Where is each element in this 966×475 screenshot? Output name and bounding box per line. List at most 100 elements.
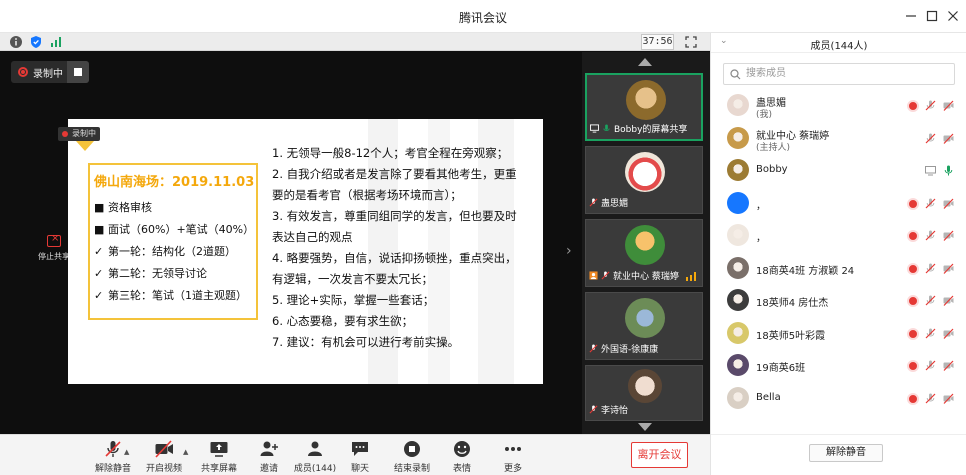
video-tile[interactable]: 李诗怡 <box>585 365 703 421</box>
rule-line: 有逻辑，一次发言不要太冗长； <box>272 272 433 286</box>
window-title: 腾讯会议 <box>458 11 507 25</box>
member-row[interactable]: 蛊思媚 (我) <box>711 91 966 121</box>
member-row[interactable]: Bella <box>711 384 966 414</box>
camera-off-icon[interactable] <box>943 230 954 241</box>
camera-off-icon[interactable] <box>943 100 954 111</box>
recording-dot-icon <box>907 392 919 405</box>
chevron-right-icon[interactable]: › <box>566 243 572 259</box>
emoji-label: 表情 <box>452 464 471 474</box>
stop-record-icon <box>404 441 420 457</box>
member-name: Bobby <box>756 164 788 175</box>
maximize-icon[interactable] <box>923 7 941 25</box>
start-video-button[interactable]: 开启视频 <box>138 440 190 474</box>
exam-box-title: 佛山南海场：2019.11.03 <box>94 175 255 190</box>
invite-label: 邀请 <box>259 464 278 474</box>
search-icon <box>730 69 741 80</box>
avatar <box>727 224 749 246</box>
info-icon[interactable] <box>9 35 23 49</box>
camera-off-icon[interactable] <box>943 198 954 209</box>
mic-muted-icon[interactable] <box>925 393 936 404</box>
member-name: 18英师5叶彩霞 <box>756 330 826 342</box>
member-row[interactable]: 18英师5叶彩霞 <box>711 319 966 349</box>
exam-box-item: ✓ 第三轮：笔试（1道主观题） <box>94 289 247 302</box>
emoji-button[interactable]: 表情 <box>436 440 488 474</box>
share-screen-icon <box>210 442 228 457</box>
members-icon <box>308 441 322 456</box>
recording-indicator[interactable]: 录制中 <box>11 61 89 83</box>
recording-dot-icon <box>907 295 919 307</box>
slide-decoration-triangle <box>76 141 94 151</box>
mic-on-icon <box>603 124 610 131</box>
exam-box-item: ■ 面试（60%）+笔试（40%） <box>94 223 255 236</box>
avatar <box>625 152 665 192</box>
avatar <box>727 256 749 279</box>
video-tile-strip: Bobby的屏幕共享 蛊思媚 就业中心 蔡瑞婷 外国语-徐康康 李诗怡 <box>582 52 710 434</box>
mic-muted-icon[interactable] <box>925 100 936 111</box>
member-row[interactable]: 19商英6班 <box>711 351 966 381</box>
recording-dot-icon <box>907 100 919 112</box>
minimize-icon[interactable] <box>902 7 920 25</box>
caret-up-icon: ▲ <box>183 448 189 456</box>
mic-muted-icon[interactable] <box>925 328 936 339</box>
mic-muted-icon[interactable] <box>925 263 936 274</box>
meeting-area: 37:56 录制中 停止共享 录制中 佛山南海场：2019.11.03 ■资格审… <box>0 33 710 475</box>
camera-off-icon[interactable] <box>943 295 954 306</box>
camera-off-icon[interactable] <box>943 328 954 339</box>
avatar <box>727 159 749 181</box>
scroll-down-icon[interactable] <box>638 423 652 431</box>
invite-button[interactable]: 邀请 <box>243 440 295 474</box>
video-tile[interactable]: 外国语-徐康康 <box>585 292 703 360</box>
more-button[interactable]: 更多 <box>487 440 539 474</box>
video-tile[interactable]: 蛊思媚 <box>585 146 703 214</box>
rule-line: 6. 心态要稳，要有求生欲； <box>272 314 414 328</box>
stop-share-icon <box>47 233 61 247</box>
mic-muted-icon[interactable] <box>925 133 936 144</box>
avatar <box>628 369 662 403</box>
members-panel: ⌄ 成员(144人) 搜索成员 蛊思媚 (我) 就业中心 蔡瑞婷 (主持人) Bobby… <box>710 33 966 475</box>
rule-line: 表达自己的观点 <box>272 230 353 244</box>
mic-muted-icon[interactable] <box>925 230 936 241</box>
avatar <box>727 94 749 116</box>
member-row[interactable]: ， <box>711 221 966 251</box>
member-row[interactable]: Bobby <box>711 156 966 186</box>
screen-share-icon[interactable] <box>925 165 936 176</box>
camera-off-icon[interactable] <box>943 263 954 274</box>
mic-muted-icon[interactable] <box>925 360 936 371</box>
mic-muted-icon[interactable] <box>925 295 936 306</box>
tile-caption: 外国语-徐康康 <box>589 342 699 356</box>
scroll-up-icon[interactable] <box>638 58 652 66</box>
security-shield-icon[interactable] <box>29 35 43 49</box>
avatar <box>727 126 749 149</box>
member-row[interactable]: 18英师4 房仕杰 <box>711 286 966 316</box>
mic-muted-icon <box>589 405 598 414</box>
mic-on-icon[interactable] <box>943 165 954 176</box>
rule-line: 5. 理论+实际，掌握一些套话； <box>272 293 435 307</box>
unmute-button[interactable]: 解除静音 <box>87 440 139 474</box>
fullscreen-icon[interactable] <box>684 35 698 49</box>
member-row[interactable]: 18商英4班 方淑颖 24 <box>711 254 966 284</box>
member-row[interactable]: 就业中心 蔡瑞婷 (主持人) <box>711 124 966 154</box>
share-screen-button[interactable]: 共享屏幕 <box>193 440 245 474</box>
avatar <box>625 298 665 338</box>
leave-meeting-button[interactable]: 离开会议 <box>631 442 688 468</box>
member-row[interactable]: ， <box>711 189 966 219</box>
more-label: 更多 <box>503 464 522 474</box>
camera-off-icon[interactable] <box>943 360 954 371</box>
unmute-all-button[interactable]: 解除静音 <box>809 444 883 462</box>
search-members-input[interactable]: 搜索成员 <box>723 63 955 85</box>
close-icon[interactable] <box>944 7 962 25</box>
stop-recording-button[interactable]: 结束录制 <box>386 440 438 474</box>
video-tile[interactable]: 就业中心 蔡瑞婷 <box>585 219 703 287</box>
camera-off-icon[interactable] <box>943 133 954 144</box>
avatar <box>727 191 749 214</box>
meeting-toolbar: 解除静音 ▲ 开启视频 ▲ 共享屏幕 邀请 成员(144) 聊天 结束录制 表情… <box>0 434 710 475</box>
member-name: 18商英4班 方淑颖 24 <box>756 265 855 277</box>
camera-off-icon[interactable] <box>943 393 954 404</box>
video-tile[interactable]: Bobby的屏幕共享 <box>585 73 703 141</box>
avatar <box>626 80 666 120</box>
chat-button[interactable]: 聊天 <box>334 440 386 474</box>
avatar <box>625 225 665 265</box>
mic-muted-icon[interactable] <box>925 198 936 209</box>
member-name: ， <box>756 233 766 244</box>
stop-record-icon[interactable] <box>67 61 89 83</box>
